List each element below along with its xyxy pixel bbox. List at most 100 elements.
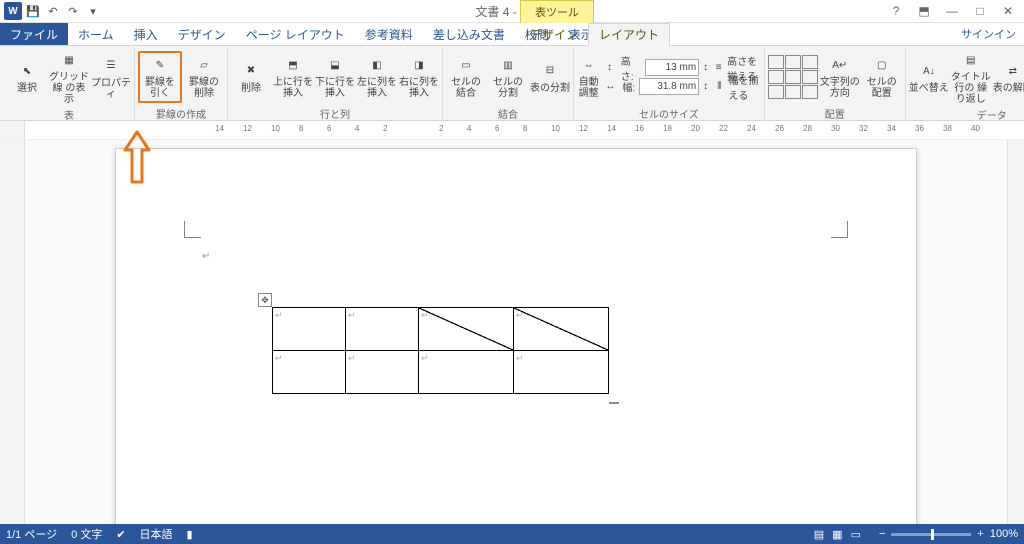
distribute-cols-button[interactable]: ⫴幅を揃える [714, 78, 761, 96]
text-direction-button[interactable]: A↵文字列の 方向 [820, 53, 860, 101]
view-buttons[interactable]: ▤▦▭ [810, 528, 865, 541]
sort-icon: A↓ [919, 61, 939, 81]
status-proofing-icon[interactable]: ✔ [116, 528, 125, 541]
status-bar: 1/1 ページ 0 文字 ✔ 日本語 ▮ ▤▦▭ − + 100% [0, 524, 1024, 544]
cell-margins-button[interactable]: ▢セルの 配置 [862, 53, 902, 101]
text-direction-icon: A↵ [830, 55, 850, 75]
properties-icon: ☰ [101, 56, 121, 76]
view-gridlines-button[interactable]: ▦グリッド線 の表示 [49, 48, 89, 107]
merge-icon: ▭ [456, 55, 476, 75]
width-label: 幅: [622, 79, 635, 94]
eraser-button[interactable]: ▱罫線の 削除 [184, 53, 224, 101]
draw-table-button[interactable]: ✎罫線を 引く [138, 51, 182, 103]
status-macro-icon[interactable]: ▮ [187, 528, 193, 541]
close-icon[interactable]: ✕ [998, 4, 1018, 18]
convert-icon: ⇄ [1003, 61, 1023, 81]
table-cell: ↵ [346, 351, 419, 394]
tab-references[interactable]: 参考資料 [355, 23, 423, 45]
tab-file[interactable]: ファイル [0, 23, 68, 45]
group-rowcol-label: 行と列 [231, 106, 439, 120]
group-table-label: 表 [7, 107, 131, 121]
status-word-count[interactable]: 0 文字 [71, 526, 102, 542]
sign-in-link[interactable]: サインイン [953, 23, 1024, 45]
vertical-scrollbar[interactable] [1007, 140, 1024, 524]
margin-corner-right [831, 221, 848, 238]
redo-icon[interactable]: ↷ [64, 2, 82, 20]
cursor-icon: ⬉ [17, 61, 37, 81]
pencil-icon: ✎ [150, 55, 170, 75]
insert-above-icon: ⬒ [283, 55, 303, 75]
minimize-icon[interactable]: — [942, 4, 962, 18]
table-cell-diagonal: ↵ [419, 308, 514, 351]
row-height-icon: ↕ [602, 60, 616, 76]
tab-design[interactable]: デザイン [168, 23, 236, 45]
tab-insert[interactable]: 挿入 [124, 23, 168, 45]
margin-corner-left [184, 221, 201, 238]
qat-customize-icon[interactable]: ▾ [84, 2, 102, 20]
zoom-level[interactable]: 100% [990, 528, 1018, 540]
convert-to-text-button[interactable]: ⇄表の解除 [993, 59, 1024, 96]
distribute-cols-icon: ⫴ [714, 79, 724, 95]
document-title: 文書 4 - Word [0, 3, 1024, 20]
insert-left-button[interactable]: ◧左に列を 挿入 [357, 53, 397, 101]
distribute-rows-icon: ≡ [714, 60, 723, 76]
tab-table-layout[interactable]: レイアウト [588, 23, 670, 46]
insert-below-button[interactable]: ⬓下に行を 挿入 [315, 53, 355, 101]
table[interactable]: ✥ ↵ ↵ ↵ ↵ ↵ ↵ ↵ ↵ [272, 307, 609, 394]
alignment-grid[interactable] [768, 55, 818, 99]
group-merge-label: 結合 [446, 106, 570, 120]
help-icon[interactable]: ? [886, 4, 906, 18]
grid-icon: ▦ [59, 50, 79, 70]
status-language[interactable]: 日本語 [140, 526, 173, 542]
col-width-icon: ↔ [602, 79, 618, 95]
table-resize-handle-icon[interactable] [609, 402, 619, 404]
col-width-input[interactable]: 31.8 mm [639, 78, 699, 95]
table-cell: ↵ [273, 351, 346, 394]
sort-button[interactable]: A↓並べ替え [909, 59, 949, 96]
tab-table-design[interactable]: デザイン [520, 23, 588, 45]
table-tools-context-label: 表ツール [520, 0, 594, 24]
undo-icon[interactable]: ↶ [44, 2, 62, 20]
zoom-slider[interactable] [891, 533, 971, 536]
status-page[interactable]: 1/1 ページ [6, 526, 57, 542]
tab-page-layout[interactable]: ページ レイアウト [236, 23, 355, 45]
row-height-input[interactable]: 13 mm [645, 59, 699, 76]
split-table-button[interactable]: ⊟表の分割 [530, 59, 570, 96]
insert-right-icon: ◨ [409, 55, 429, 75]
autofit-button[interactable]: ⇔自動調整 [577, 53, 600, 101]
table-move-handle-icon[interactable]: ✥ [258, 293, 272, 307]
split-cells-button[interactable]: ▥セルの 分割 [488, 53, 528, 101]
zoom-in-button[interactable]: + [977, 528, 983, 540]
repeat-header-icon: ▤ [961, 50, 981, 70]
table-cell: ↵ [514, 351, 609, 394]
table-cell: ↵ [419, 351, 514, 394]
insert-right-button[interactable]: ◨右に列を 挿入 [399, 53, 439, 101]
properties-button[interactable]: ☰プロパティ [91, 54, 131, 102]
zoom-out-button[interactable]: − [879, 528, 885, 540]
table-cell: ↵ [346, 308, 419, 351]
paragraph-mark: ↵ [202, 251, 210, 262]
horizontal-ruler[interactable]: 1412108642246810121416182022242628303234… [0, 121, 1024, 140]
split-icon: ▥ [498, 55, 518, 75]
maximize-icon[interactable]: □ [970, 4, 990, 18]
document-scroll-area[interactable]: ↵ ✥ ↵ ↵ ↵ ↵ ↵ ↵ ↵ ↵ [25, 140, 1007, 524]
insert-left-icon: ◧ [367, 55, 387, 75]
merge-cells-button[interactable]: ▭セルの 結合 [446, 53, 486, 101]
delete-button[interactable]: ✖削除 [231, 59, 271, 96]
tab-home[interactable]: ホーム [68, 23, 124, 45]
repeat-header-button[interactable]: ▤タイトル行の 繰り返し [951, 48, 991, 107]
ribbon: ⬉選択 ▦グリッド線 の表示 ☰プロパティ 表 ✎罫線を 引く ▱罫線の 削除 … [0, 46, 1024, 121]
group-draw-label: 罫線の作成 [138, 106, 224, 120]
word-icon: W [4, 2, 22, 20]
table-cell: ↵ [273, 308, 346, 351]
table-row: ↵ ↵ ↵ ↵ [273, 351, 609, 394]
ribbon-collapse-icon[interactable]: ⬒ [914, 4, 934, 18]
select-button[interactable]: ⬉選択 [7, 59, 47, 96]
tab-mailings[interactable]: 差し込み文書 [423, 23, 515, 45]
save-icon[interactable]: 💾 [24, 2, 42, 20]
page[interactable]: ↵ ✥ ↵ ↵ ↵ ↵ ↵ ↵ ↵ ↵ [115, 148, 917, 524]
group-data-label: データ [909, 107, 1024, 121]
insert-above-button[interactable]: ⬒上に行を 挿入 [273, 53, 313, 101]
vertical-ruler[interactable] [0, 140, 25, 524]
cell-margins-icon: ▢ [872, 55, 892, 75]
